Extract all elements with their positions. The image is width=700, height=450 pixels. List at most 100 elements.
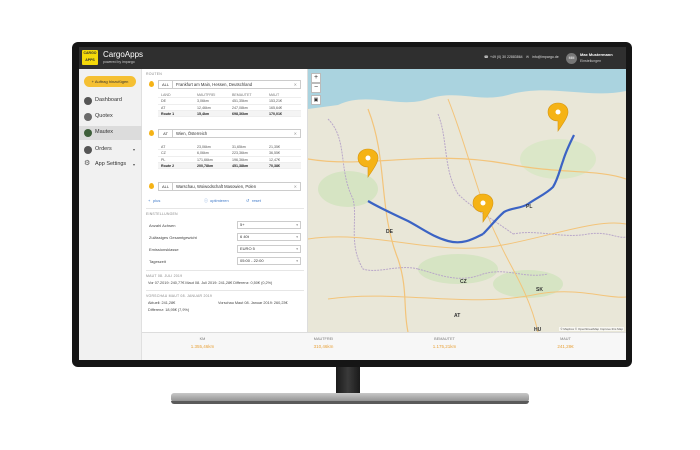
route-address[interactable]: Wien, Österreich (176, 131, 207, 136)
summary-title: BEMAUTET (434, 337, 455, 341)
layers-button[interactable]: ▣ (311, 95, 321, 105)
col-header: LAND (161, 93, 171, 97)
close-icon[interactable]: ✕ (294, 82, 297, 87)
weight-select[interactable]: 6 40t ▾ (237, 233, 301, 241)
country-select[interactable]: AT (159, 130, 173, 137)
user-settings-link[interactable]: Einstellungen (580, 59, 601, 63)
table-cell: 451,38km (232, 163, 249, 168)
sidebar: + Auftrag hinzufügen Dashboard Quotex Ma… (79, 69, 142, 360)
table-cell: PL (161, 157, 166, 162)
map-canvas (308, 69, 626, 332)
summary-title: KM (199, 337, 206, 341)
table-row-total: Route 2 200,78km 451,38km 70,38€ (158, 162, 301, 170)
setting-daytime: Tageszeit 05:00 - 22:00 ▾ (146, 256, 304, 266)
axles-select[interactable]: 5+ ▾ (237, 221, 301, 229)
pin-mid-icon[interactable] (472, 193, 494, 223)
summary-title: MAUT (560, 337, 571, 341)
chevron-down-icon: ▾ (133, 162, 136, 167)
orders-icon (84, 146, 92, 154)
cargoapps-logo[interactable]: CARGO APPS (82, 50, 98, 65)
route-input-1[interactable]: ALL Frankfurt am Main, Hessen, Deutschla… (158, 80, 301, 89)
sidebar-item-dashboard[interactable]: Dashboard (79, 94, 142, 108)
summary-mautfrei: MAUTFREI 310,46km (263, 337, 384, 349)
setting-label: Tageszeit (149, 259, 166, 264)
avatar[interactable]: MM (566, 53, 577, 64)
plus-link[interactable]: plus (153, 198, 160, 203)
chevron-down-icon: ▾ (296, 247, 298, 251)
map-attribution[interactable]: © Mapbox © OpenStreetMap Improve this Ma… (559, 327, 624, 331)
table-cell: 31,65km (232, 145, 246, 149)
app-subtitle: powered by impargo (103, 60, 135, 64)
zoom-out-button[interactable]: − (311, 83, 321, 93)
add-order-button[interactable]: + Auftrag hinzufügen (84, 76, 136, 87)
setting-weight: Zulässiges Gesamtgewicht 6 40t ▾ (146, 232, 304, 242)
zoom-in-button[interactable]: + (311, 73, 321, 83)
table-cell: Route 2 (161, 163, 175, 168)
route-table-2: AT 23,06km 31,65km 21,35€ CZ 6,06km 223,… (158, 144, 301, 170)
app-header: CARGO APPS CargoApps powered by impargo … (79, 47, 626, 69)
chevron-down-icon: ▾ (296, 259, 298, 263)
country-select[interactable]: ALL (159, 81, 173, 88)
close-icon[interactable]: ✕ (294, 184, 297, 189)
app-title: CargoApps (103, 50, 144, 59)
sidebar-item-app-settings[interactable]: ⚙ App Settings ▾ (79, 158, 142, 172)
select-value: EURO 5 (240, 246, 255, 251)
select-value: 05:00 - 22:00 (240, 258, 264, 263)
pin-icon (149, 130, 154, 136)
forest-area (493, 270, 563, 298)
reset-icon: ↺ (246, 198, 250, 203)
summary-value: 1.355,46km (190, 344, 215, 349)
setting-emission: Emissionsklasse EURO 5 ▾ (146, 244, 304, 254)
monitor-stand-edge (171, 401, 529, 404)
table-cell: 12,46km (197, 105, 211, 110)
sea-area (308, 69, 626, 109)
phone-number[interactable]: +49 (0) 30 22883864 (490, 55, 523, 59)
dashboard-icon (84, 97, 92, 105)
setting-label: Zulässiges Gesamtgewicht (149, 235, 197, 240)
route-map[interactable]: DE PL CZ AT SK HU + − ▣ © Mapbox © OpenS… (308, 69, 626, 332)
country-select[interactable]: ALL (159, 183, 173, 190)
table-cell: DE (161, 99, 166, 104)
email-link[interactable]: info@impargo.de (532, 55, 559, 59)
table-cell: 171,66km (197, 157, 213, 162)
user-name[interactable]: Max Mustermann (580, 52, 613, 57)
road (327, 291, 626, 301)
chevron-down-icon: ▾ (296, 223, 298, 227)
settings-icon: ⚙ (84, 160, 91, 167)
sidebar-item-mautex[interactable]: Mautex (79, 126, 142, 140)
table-cell: CZ (161, 151, 166, 156)
table-cell: 23,06km (197, 145, 211, 149)
route-address[interactable]: Warschau, Woiwodschaft Masowien, Polen (176, 184, 256, 189)
reset-link[interactable]: reset (252, 198, 261, 203)
daytime-select[interactable]: 05:00 - 22:00 ▾ (237, 257, 301, 265)
table-cell: 200,78km (197, 163, 214, 168)
table-cell: 36,55€ (269, 151, 280, 156)
border-line (512, 232, 626, 238)
quotex-icon (84, 113, 92, 121)
sidebar-item-orders[interactable]: Orders ▾ (79, 143, 142, 157)
app-screen: CARGO APPS CargoApps powered by impargo … (79, 47, 626, 360)
phone-icon: ☎ (484, 55, 489, 59)
emission-select[interactable]: EURO 5 ▾ (237, 245, 301, 253)
route-address[interactable]: Frankfurt am Main, Hessen, Deutschland (176, 82, 252, 87)
chevron-down-icon: ▾ (133, 147, 136, 152)
optimize-link[interactable]: optimieren (210, 198, 229, 203)
table-cell: 223,36km (232, 151, 248, 156)
route-input-3[interactable]: ALL Warschau, Woiwodschaft Masowien, Pol… (158, 182, 301, 191)
chevron-down-icon: ▾ (296, 235, 298, 239)
table-cell: 15,4km (197, 111, 210, 116)
sidebar-item-quotex[interactable]: Quotex (79, 110, 142, 124)
col-header: BEMAUTET (232, 93, 252, 97)
map-label-de: DE (386, 229, 393, 235)
pin-end-icon[interactable] (547, 102, 569, 132)
route-input-2[interactable]: AT Wien, Österreich ✕ (158, 129, 301, 138)
close-icon[interactable]: ✕ (294, 131, 297, 136)
sidebar-item-label: Quotex (95, 113, 113, 119)
route-table-1: LAND MAUTFREI BEMAUTET MAUT DE 3,06km 45… (158, 92, 301, 118)
table-cell: 247,08km (232, 105, 248, 110)
setting-label: Emissionsklasse (149, 247, 179, 252)
plus-icon[interactable]: + (148, 198, 150, 203)
map-label-pl: PL (526, 204, 533, 210)
route-links: + plus ⓘ optimieren ↺ reset (142, 196, 308, 206)
table-cell: AT (161, 105, 166, 110)
